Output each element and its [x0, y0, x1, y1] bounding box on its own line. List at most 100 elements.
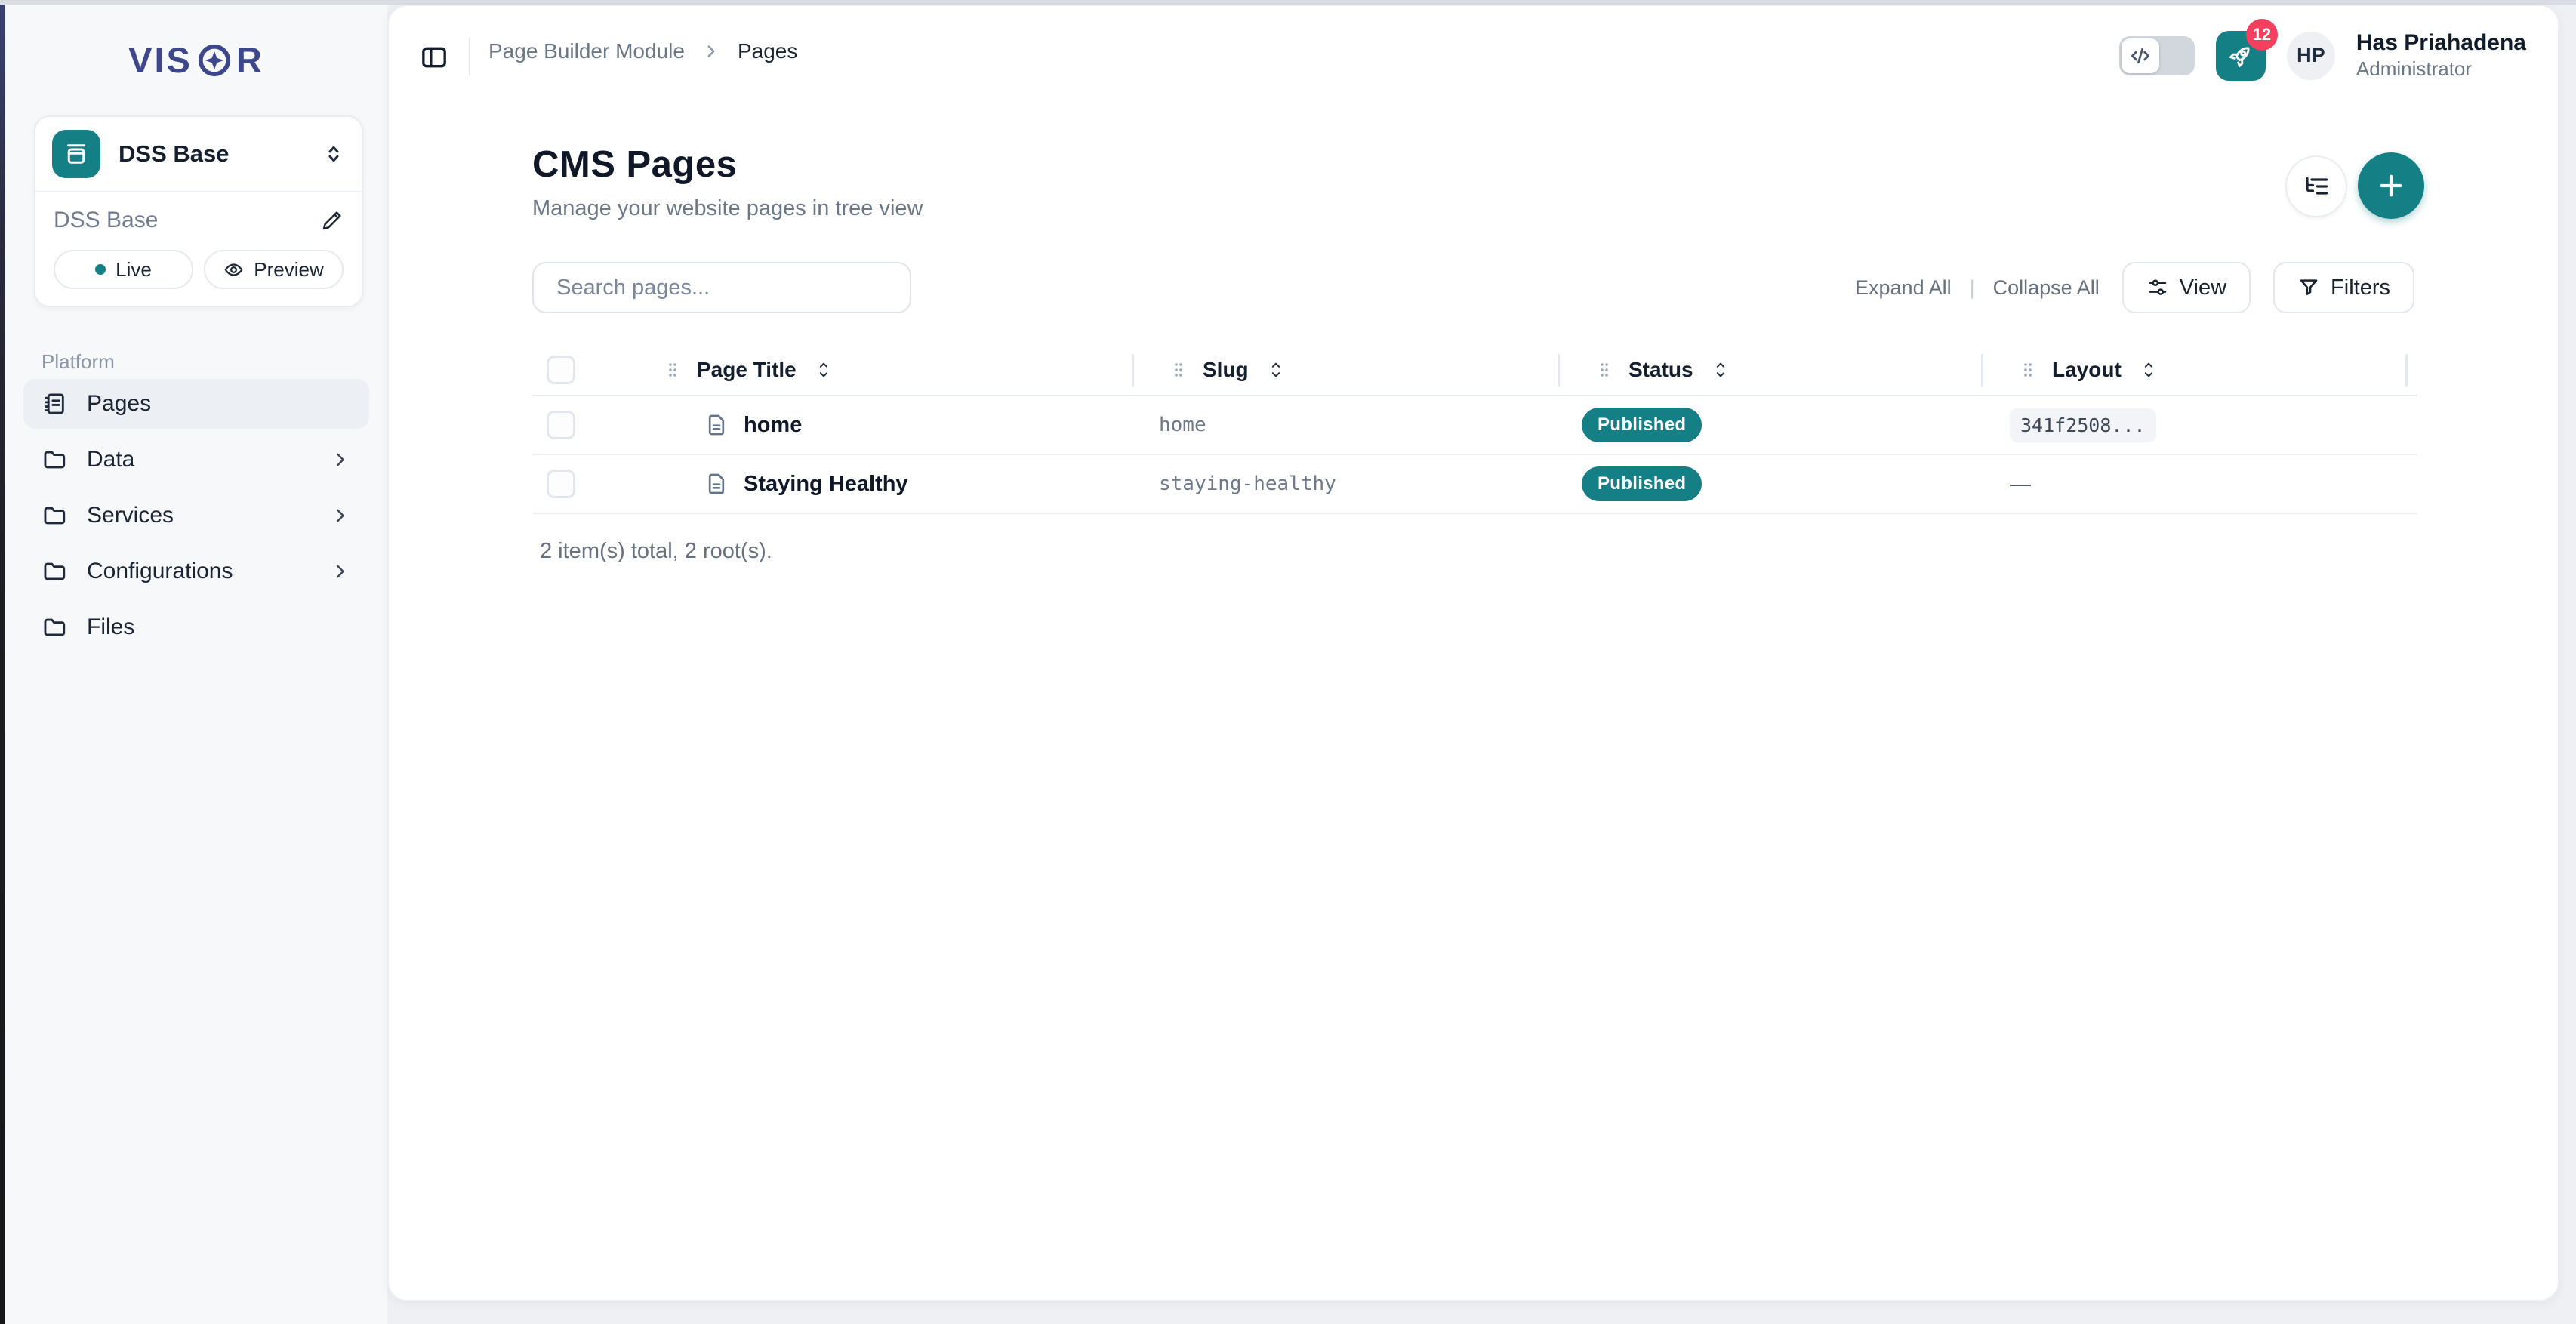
app-window: VIS R DSS Base — [0, 0, 2576, 1324]
eye-icon — [223, 260, 244, 280]
folder-icon — [42, 614, 67, 640]
edit-icon[interactable] — [321, 209, 344, 232]
deploy-button[interactable]: 12 — [2216, 31, 2266, 81]
live-button[interactable]: Live — [54, 250, 193, 289]
view-button[interactable]: View — [2122, 262, 2251, 313]
filter-icon — [2297, 276, 2320, 299]
sidebar-nav: Pages Data Services Configura — [23, 379, 369, 652]
code-toggle-knob — [2122, 38, 2159, 73]
sidebar-item-configurations[interactable]: Configurations — [23, 547, 369, 596]
column-divider — [1558, 354, 1560, 387]
sidebar-item-label: Pages — [87, 391, 351, 417]
toolbar: Expand All | Collapse All View Filters — [532, 262, 2414, 313]
drag-handle-icon[interactable] — [1598, 361, 1610, 379]
workspace-selector[interactable]: DSS Base — [35, 117, 362, 191]
folder-icon — [42, 447, 67, 473]
archive-icon — [52, 130, 100, 178]
row-checkbox[interactable] — [547, 411, 575, 439]
column-divider — [2405, 354, 2408, 387]
plus-icon — [2375, 170, 2407, 202]
divider — [469, 38, 470, 75]
user-name: Has Priahadena — [2356, 30, 2526, 56]
sidebar-item-label: Files — [87, 614, 351, 640]
folder-icon — [42, 559, 67, 584]
sort-icon[interactable] — [2141, 359, 2156, 381]
filters-button[interactable]: Filters — [2273, 262, 2414, 313]
avatar[interactable]: HP — [2287, 32, 2335, 80]
table-row[interactable]: home home Published 341f2508... — [532, 396, 2417, 455]
column-divider — [1132, 354, 1134, 387]
page-title-cell[interactable]: Staying Healthy — [744, 472, 908, 497]
table-header: Page Title Slug Status Layout — [532, 345, 2417, 396]
status-badge: Published — [1582, 408, 1702, 442]
chevron-right-icon — [330, 505, 351, 526]
column-header-page-title[interactable]: Page Title — [697, 358, 797, 382]
sidebar-section-label: Platform — [42, 350, 115, 374]
code-icon — [2129, 45, 2152, 67]
collapse-all-link[interactable]: Collapse All — [1993, 276, 2100, 300]
table-row[interactable]: Staying Healthy staying-healthy Publishe… — [532, 455, 2417, 514]
drag-handle-icon[interactable] — [667, 361, 679, 379]
search-input[interactable] — [532, 262, 911, 313]
column-header-layout[interactable]: Layout — [2052, 358, 2122, 382]
select-all-checkbox[interactable] — [547, 356, 575, 384]
column-header-status[interactable]: Status — [1628, 358, 1693, 382]
topbar-right: 12 HP Has Priahadena Administrator — [2119, 30, 2526, 81]
sidebar-item-data[interactable]: Data — [23, 435, 369, 485]
preview-button[interactable]: Preview — [204, 250, 344, 289]
topbar: Page Builder Module Pages — [389, 6, 2558, 97]
drag-handle-icon[interactable] — [1172, 361, 1185, 379]
workspace-name: DSS Base — [119, 140, 304, 168]
logo-eye-icon — [197, 43, 232, 78]
notification-badge: 12 — [2246, 19, 2278, 51]
workspace-subtitle: DSS Base — [54, 208, 158, 233]
sidebar-toggle-button[interactable] — [416, 39, 452, 75]
sort-icon[interactable] — [816, 359, 831, 381]
status-badge: Published — [1582, 466, 1702, 501]
notebook-icon — [42, 391, 67, 417]
view-label: View — [2180, 276, 2226, 300]
brand-logo: VIS R — [5, 39, 387, 81]
page-header: CMS Pages Manage your website pages in t… — [532, 143, 923, 221]
row-checkbox[interactable] — [547, 470, 575, 498]
sidebar-item-files[interactable]: Files — [23, 602, 369, 652]
workspace-details: DSS Base Live Preview — [35, 192, 362, 306]
pages-table: Page Title Slug Status Layout — [532, 345, 2417, 514]
column-header-slug[interactable]: Slug — [1203, 358, 1249, 382]
column-divider — [1981, 354, 1983, 387]
sidebar: VIS R DSS Base — [5, 5, 387, 1324]
sidebar-item-label: Services — [87, 503, 310, 528]
preview-label: Preview — [254, 258, 323, 282]
sort-icon[interactable] — [1713, 359, 1728, 381]
page-title-cell[interactable]: home — [744, 413, 802, 438]
expand-all-link[interactable]: Expand All — [1855, 276, 1952, 300]
drag-handle-icon[interactable] — [2022, 361, 2034, 379]
sidebar-item-services[interactable]: Services — [23, 491, 369, 540]
main-panel: Page Builder Module Pages — [387, 5, 2559, 1301]
live-label: Live — [116, 258, 152, 282]
chevron-right-icon — [701, 42, 721, 61]
sidebar-item-label: Data — [87, 447, 310, 473]
filters-label: Filters — [2331, 276, 2390, 300]
chevrons-up-down-icon — [322, 143, 345, 165]
layout-cell: 341f2508... — [2010, 408, 2156, 442]
breadcrumb-module[interactable]: Page Builder Module — [488, 39, 685, 63]
file-text-icon — [704, 472, 729, 496]
breadcrumb: Page Builder Module Pages — [488, 6, 797, 97]
slug-cell: home — [1159, 414, 1206, 436]
page-subtitle: Manage your website pages in tree view — [532, 196, 923, 221]
panel-left-icon — [419, 42, 449, 72]
list-tree-icon — [2303, 173, 2330, 200]
sidebar-item-label: Configurations — [87, 559, 310, 584]
chevron-right-icon — [330, 561, 351, 582]
sort-icon[interactable] — [1268, 359, 1283, 381]
file-text-icon — [704, 413, 729, 437]
live-status-dot — [95, 264, 106, 275]
sidebar-item-pages[interactable]: Pages — [23, 379, 369, 429]
breadcrumb-current: Pages — [738, 39, 797, 63]
workspace-card: DSS Base DSS Base Live — [34, 115, 363, 307]
folder-icon — [42, 503, 67, 528]
code-mode-toggle[interactable] — [2119, 36, 2195, 75]
tree-view-button[interactable] — [2285, 155, 2347, 217]
add-page-button[interactable] — [2358, 152, 2424, 219]
